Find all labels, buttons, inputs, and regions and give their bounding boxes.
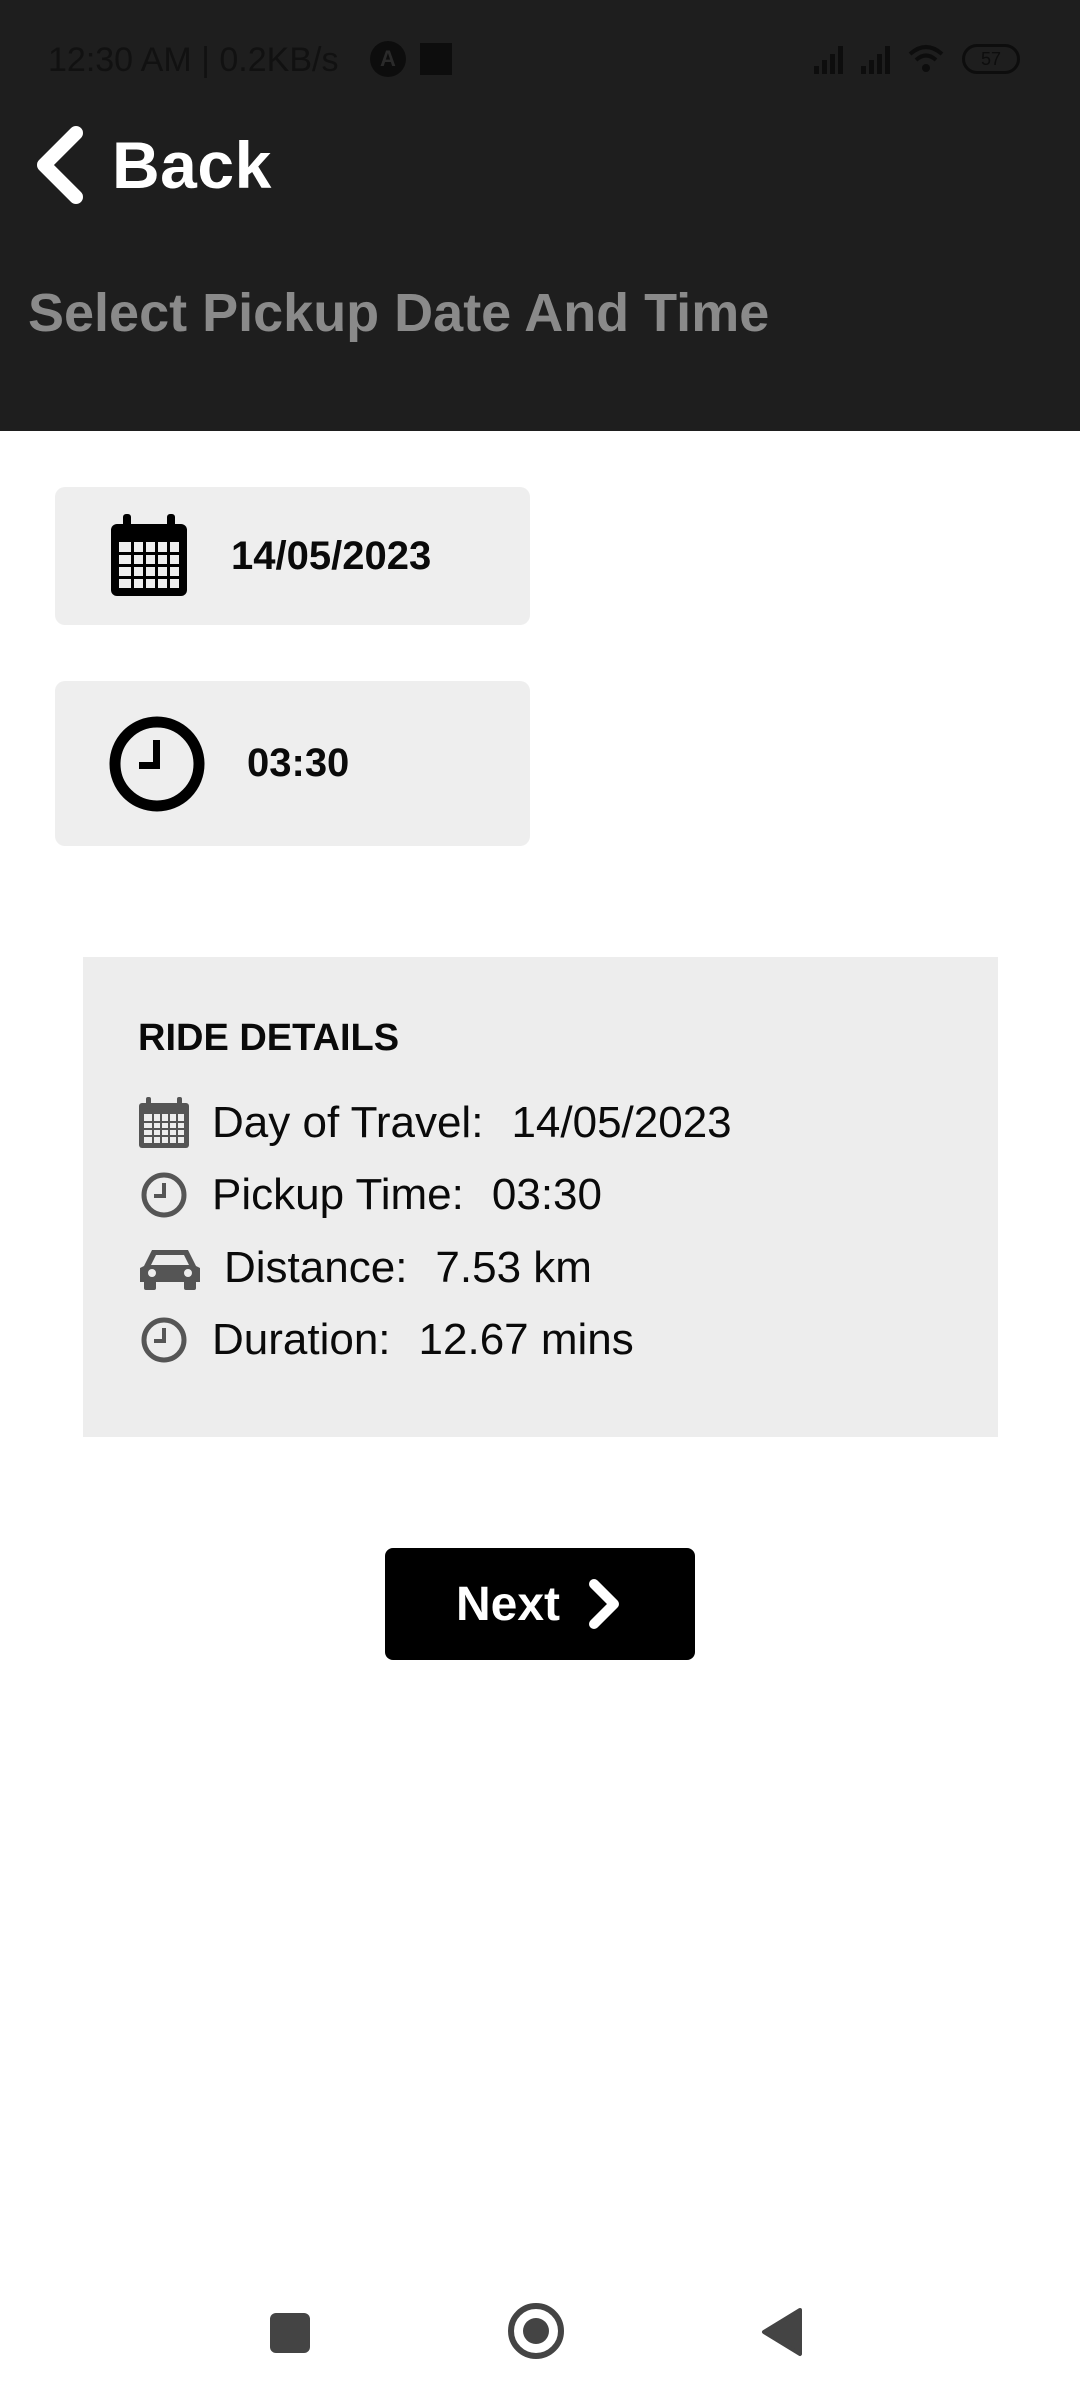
next-button[interactable]: Next	[385, 1548, 695, 1660]
back-button[interactable]: Back	[32, 120, 272, 210]
upload-icon	[420, 43, 452, 75]
home-button[interactable]	[508, 2303, 564, 2359]
header: 12:30 AM | 0.2KB/s A 57 Back Select Pick…	[0, 0, 1080, 431]
detail-row-distance: Distance: 7.53 km	[138, 1242, 592, 1294]
day-label: Day of Travel:	[212, 1098, 484, 1147]
calendar-icon	[111, 514, 187, 596]
detail-row-pickup-time: Pickup Time: 03:30	[138, 1169, 602, 1221]
status-bar: 12:30 AM | 0.2KB/s A 57	[0, 0, 1080, 124]
battery-icon: 57	[962, 44, 1020, 74]
status-icons-left: A	[370, 41, 452, 77]
duration-label: Duration:	[212, 1315, 391, 1364]
detail-row-day: Day of Travel: 14/05/2023	[138, 1097, 732, 1149]
duration-value: 12.67 mins	[418, 1315, 634, 1364]
status-time: 12:30 AM | 0.2KB/s	[48, 41, 339, 79]
back-label: Back	[112, 128, 272, 202]
clock-icon	[138, 1169, 190, 1221]
day-value: 14/05/2023	[511, 1098, 732, 1147]
clock-icon	[109, 716, 205, 811]
distance-label: Distance:	[224, 1243, 408, 1292]
ride-details-card: RIDE DETAILS Day of Travel: 14/05/2023 P…	[83, 957, 998, 1437]
car-icon	[138, 1242, 202, 1294]
date-picker-button[interactable]: 14/05/2023	[55, 487, 530, 625]
recents-button[interactable]	[270, 2313, 310, 2353]
pickup-time-label: Pickup Time:	[212, 1170, 464, 1219]
ride-details-title: RIDE DETAILS	[138, 1017, 400, 1059]
distance-value: 7.53 km	[435, 1243, 592, 1292]
next-label: Next	[455, 1577, 561, 1631]
screen: 12:30 AM | 0.2KB/s A 57 Back Select Pick…	[0, 0, 1080, 2400]
time-value: 03:30	[247, 741, 350, 785]
page-title: Select Pickup Date And Time	[28, 283, 770, 343]
signal-icon	[861, 42, 890, 74]
signal-icon	[814, 42, 843, 74]
detail-row-duration: Duration: 12.67 mins	[138, 1314, 634, 1366]
pickup-time-value: 03:30	[491, 1170, 602, 1219]
system-nav-bar	[0, 2270, 1080, 2400]
app-a-icon: A	[370, 41, 406, 77]
calendar-icon	[138, 1097, 190, 1149]
chevron-left-icon	[37, 126, 83, 204]
chevron-right-icon	[589, 1579, 620, 1629]
clock-icon	[138, 1314, 190, 1366]
date-value: 14/05/2023	[231, 533, 432, 578]
time-picker-button[interactable]: 03:30	[55, 681, 530, 846]
nav-back-button[interactable]	[760, 2306, 804, 2358]
status-icons-right: 57	[814, 42, 1020, 74]
wifi-icon	[908, 44, 944, 74]
